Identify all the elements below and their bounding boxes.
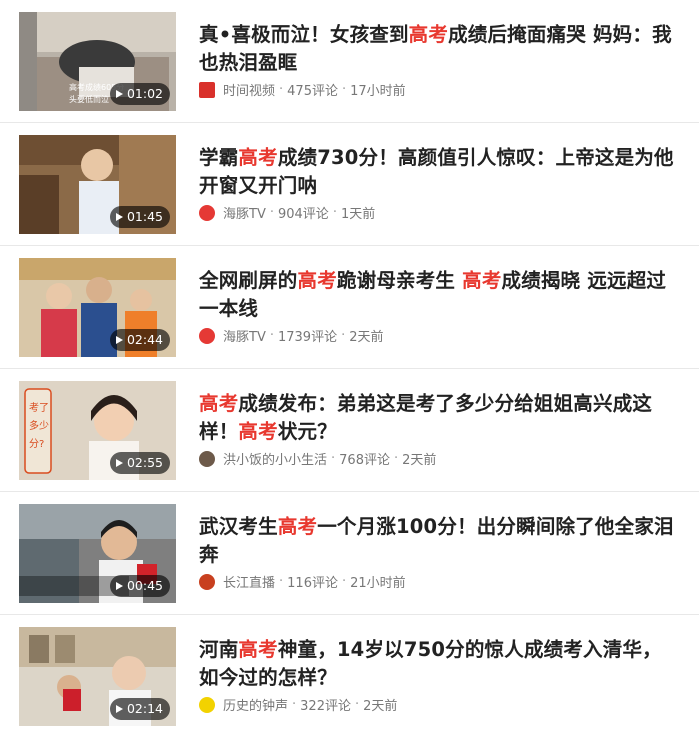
duration-badge: 02:55 bbox=[109, 452, 170, 474]
video-thumbnail[interactable]: 01:45 bbox=[19, 135, 176, 234]
svg-text:头要低而泣: 头要低而泣 bbox=[69, 94, 109, 104]
publish-time: 1天前 bbox=[340, 207, 376, 222]
video-title[interactable]: 河南高考神童，14岁以750分的惊人成绩考入清华，如今过的怎样？ bbox=[199, 636, 679, 692]
feed-item[interactable]: 02:44 全网刷屏的高考跪谢母亲考生 高考成绩揭晓 远远超过一本线 海豚TV … bbox=[0, 246, 699, 369]
source-avatar-icon bbox=[199, 81, 215, 98]
play-icon bbox=[115, 459, 123, 467]
publish-time: 17小时前 bbox=[350, 84, 406, 99]
play-icon bbox=[115, 90, 123, 98]
video-thumbnail[interactable]: 00:45 bbox=[19, 504, 176, 603]
feed-item[interactable]: 01:45 学霸高考成绩730分！高颜值引人惊叹：上帝这是为他开窗又开门呐 海豚… bbox=[0, 123, 699, 246]
video-thumbnail[interactable]: 高考成绩605分 头要低而泣 01:02 bbox=[19, 12, 176, 111]
duration-badge: 01:45 bbox=[109, 206, 170, 228]
video-title[interactable]: 武汉考生高考一个月涨100分！出分瞬间除了他全家泪奔 bbox=[199, 513, 679, 569]
play-icon bbox=[115, 336, 123, 344]
video-meta: 洪小饭的小小生活 · 768评论 · 2天前 bbox=[199, 449, 436, 468]
video-title[interactable]: 真•喜极而泣！女孩查到高考成绩后掩面痛哭 妈妈：我也热泪盈眶 bbox=[199, 21, 679, 77]
video-title[interactable]: 全网刷屏的高考跪谢母亲考生 高考成绩揭晓 远远超过一本线 bbox=[199, 267, 679, 323]
source-name[interactable]: 洪小饭的小小生活 bbox=[223, 449, 327, 468]
publish-time: 2天前 bbox=[402, 453, 437, 468]
comment-count: 475评论 bbox=[287, 84, 338, 99]
comment-count: 322评论 bbox=[300, 699, 351, 714]
video-meta: 海豚TV · 904评论 · 1天前 bbox=[199, 203, 375, 222]
thumb-caption: 考了 bbox=[29, 402, 49, 414]
publish-time: 2天前 bbox=[349, 330, 384, 345]
play-icon bbox=[115, 213, 123, 221]
video-meta: 历史的钟声 · 322评论 · 2天前 bbox=[199, 695, 397, 714]
video-title[interactable]: 学霸高考成绩730分！高颜值引人惊叹：上帝这是为他开窗又开门呐 bbox=[199, 144, 679, 200]
video-meta: 时间视频 · 475评论 · 17小时前 bbox=[199, 80, 406, 99]
feed-item[interactable]: 00:45 武汉考生高考一个月涨100分！出分瞬间除了他全家泪奔 长江直播 · … bbox=[0, 492, 699, 615]
comment-count: 116评论 bbox=[287, 576, 338, 591]
video-feed: 高考成绩605分 头要低而泣 01:02 真•喜极而泣！女孩查到高考成绩后掩面痛… bbox=[0, 0, 699, 738]
duration-badge: 00:45 bbox=[109, 575, 170, 597]
comment-count: 904评论 bbox=[277, 207, 329, 222]
video-thumbnail[interactable]: 考了 多少 分? 02:55 bbox=[19, 381, 176, 480]
source-avatar-icon bbox=[199, 696, 215, 713]
source-name[interactable]: 历史的钟声 bbox=[223, 695, 288, 714]
feed-item[interactable]: 02:14 河南高考神童，14岁以750分的惊人成绩考入清华，如今过的怎样？ 历… bbox=[0, 615, 699, 738]
source-name[interactable]: 长江直播 bbox=[223, 572, 275, 591]
duration-badge: 02:14 bbox=[109, 698, 170, 720]
source-avatar-icon bbox=[199, 450, 215, 467]
feed-item[interactable]: 高考成绩605分 头要低而泣 01:02 真•喜极而泣！女孩查到高考成绩后掩面痛… bbox=[0, 0, 699, 123]
video-title[interactable]: 高考成绩发布：弟弟这是考了多少分给姐姐高兴成这样！高考状元？ bbox=[199, 390, 679, 446]
comment-count: 1739评论 bbox=[277, 330, 338, 345]
publish-time: 2天前 bbox=[363, 699, 398, 714]
play-icon bbox=[115, 705, 123, 713]
source-avatar-icon bbox=[199, 573, 215, 590]
video-meta: 海豚TV · 1739评论 · 2天前 bbox=[199, 326, 384, 345]
source-name[interactable]: 海豚TV bbox=[223, 326, 266, 345]
duration-badge: 02:44 bbox=[109, 329, 170, 351]
svg-text:分?: 分? bbox=[29, 438, 44, 450]
video-meta: 长江直播 · 116评论 · 21小时前 bbox=[199, 572, 406, 591]
publish-time: 21小时前 bbox=[350, 576, 406, 591]
source-avatar-icon bbox=[199, 204, 215, 221]
source-name[interactable]: 海豚TV bbox=[223, 203, 266, 222]
source-name[interactable]: 时间视频 bbox=[223, 80, 275, 99]
feed-item[interactable]: 考了 多少 分? 02:55 高考成绩发布：弟弟这是考了多少分给姐姐高兴成这样！… bbox=[0, 369, 699, 492]
video-thumbnail[interactable]: 02:44 bbox=[19, 258, 176, 357]
comment-count: 768评论 bbox=[339, 453, 390, 468]
video-thumbnail[interactable]: 02:14 bbox=[19, 627, 176, 726]
svg-text:多少: 多少 bbox=[29, 419, 49, 432]
duration-badge: 01:02 bbox=[109, 83, 170, 105]
play-icon bbox=[115, 582, 123, 590]
source-avatar-icon bbox=[199, 327, 215, 344]
